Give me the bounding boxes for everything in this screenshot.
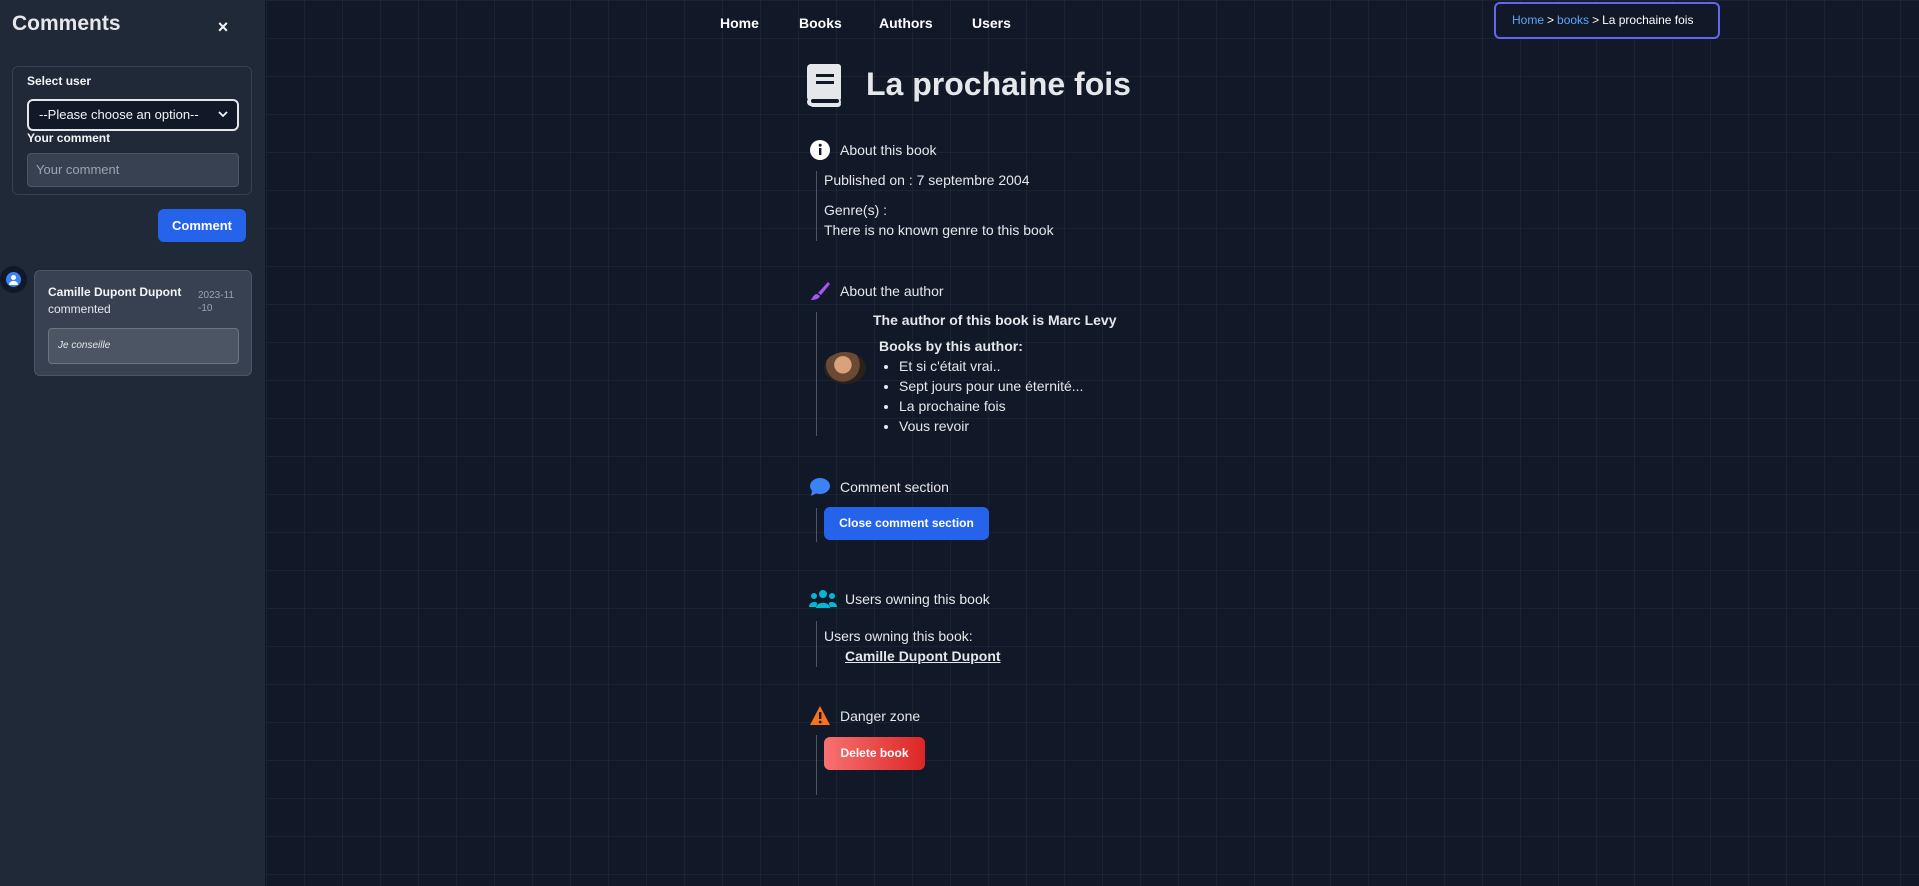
comment-date: 2023-11-10 <box>198 290 234 314</box>
danger-zone-title: Danger zone <box>840 708 921 724</box>
book-icon <box>804 62 844 108</box>
genre-label: Genre(s) : <box>824 202 888 218</box>
about-author-title: About the author <box>840 283 944 299</box>
sidebar-title: Comments <box>12 12 121 35</box>
comment-author: Camille Dupont Dupont <box>48 285 182 299</box>
breadcrumb-books[interactable]: books <box>1557 13 1589 27</box>
section-divider <box>816 312 817 436</box>
author-photo <box>824 352 866 384</box>
owners-label: Users owning this book: <box>824 628 973 644</box>
breadcrumb-separator: > <box>1547 13 1555 27</box>
section-divider <box>816 621 817 667</box>
select-user-label: Select user <box>27 74 92 88</box>
genre-value: There is no known genre to this book <box>824 222 1054 238</box>
author-heading: The author of this book is Marc Levy <box>873 312 1117 328</box>
nav-authors[interactable]: Authors <box>879 15 933 31</box>
breadcrumb-separator: > <box>1592 13 1600 27</box>
comment-section-title: Comment section <box>840 479 949 495</box>
section-divider <box>816 171 817 241</box>
list-item: Sept jours pour une éternité... <box>899 376 1083 396</box>
owner-link[interactable]: Camille Dupont Dupont <box>845 648 1001 664</box>
delete-book-button[interactable]: Delete book <box>824 737 925 770</box>
comments-sidebar: Comments × Select user --Please choose a… <box>0 0 266 886</box>
user-avatar-icon <box>0 266 27 293</box>
close-comment-section-button[interactable]: Close comment section <box>824 507 989 540</box>
nav-home[interactable]: Home <box>720 15 759 31</box>
user-select[interactable]: --Please choose an option-- <box>27 99 239 131</box>
page-title: La prochaine fois <box>866 66 1131 102</box>
books-by-author-label: Books by this author: <box>879 338 1023 354</box>
warning-icon <box>809 705 831 727</box>
comment-verb: commented <box>48 302 111 316</box>
user-select-value: --Please choose an option-- <box>39 107 199 122</box>
your-comment-label: Your comment <box>27 131 111 145</box>
section-divider <box>816 735 817 795</box>
published-date: Published on : 7 septembre 2004 <box>824 172 1030 188</box>
breadcrumb-home[interactable]: Home <box>1512 13 1544 27</box>
breadcrumb-current: La prochaine fois <box>1602 13 1694 27</box>
about-book-title: About this book <box>840 142 937 158</box>
pen-icon <box>809 280 831 302</box>
owners-title: Users owning this book <box>845 591 990 607</box>
author-books-list: Et si c'était vrai.. Sept jours pour une… <box>899 356 1083 436</box>
comment-text: Je conseille <box>48 328 239 364</box>
nav-books[interactable]: Books <box>799 15 842 31</box>
speech-bubble-icon <box>809 476 831 498</box>
close-icon[interactable]: × <box>214 18 232 36</box>
comment-input[interactable]: Your comment <box>27 153 239 187</box>
list-item: Vous revoir <box>899 416 1083 436</box>
section-divider <box>816 508 817 542</box>
users-icon <box>809 588 837 610</box>
comment-form: Select user --Please choose an option-- … <box>12 66 252 195</box>
list-item: La prochaine fois <box>899 396 1083 416</box>
nav-users[interactable]: Users <box>972 15 1011 31</box>
info-icon <box>809 139 831 161</box>
comment-submit-button[interactable]: Comment <box>158 209 246 242</box>
comment-card: Camille Dupont Dupont commented 2023-11-… <box>34 270 252 376</box>
chevron-down-icon <box>217 101 229 139</box>
list-item: Et si c'était vrai.. <box>899 356 1083 376</box>
breadcrumb: Home > books > La prochaine fois <box>1494 2 1720 39</box>
